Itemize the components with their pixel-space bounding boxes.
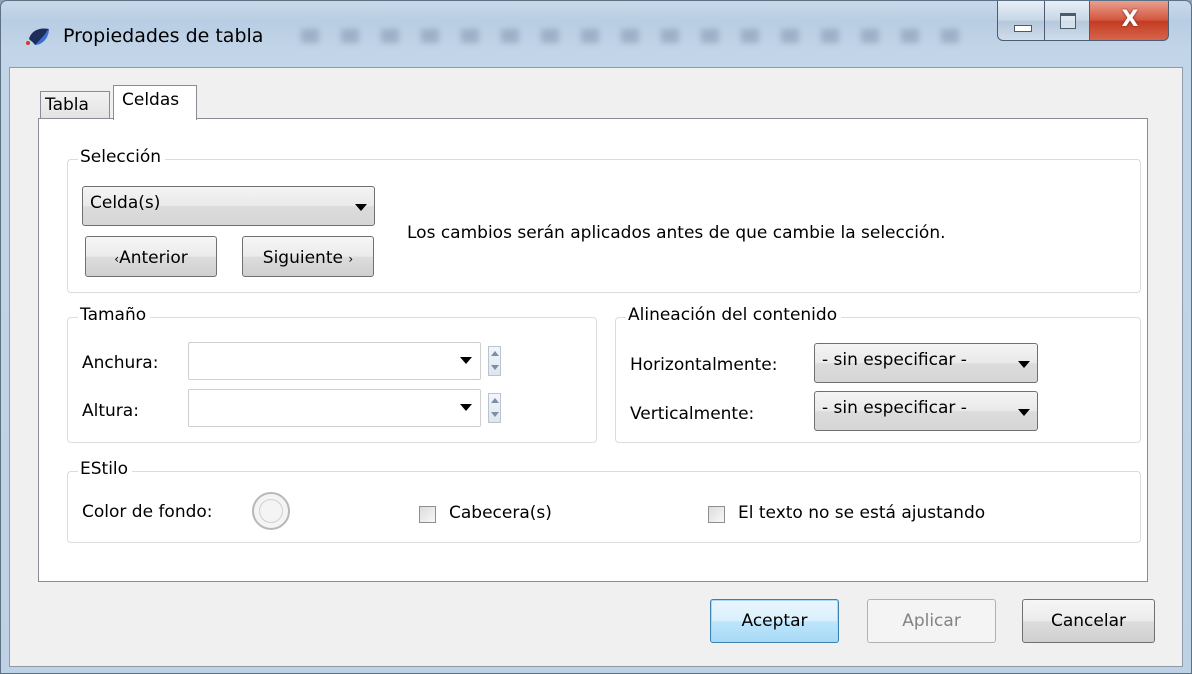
next-button[interactable]: Siguiente › [242,236,374,277]
close-button[interactable]: X [1089,1,1169,41]
anchura-input[interactable] [188,342,481,380]
group-estilo: EStilo Color de fondo: Cabecera(s) El te… [67,459,1141,543]
previous-button[interactable]: ‹Anterior [85,236,217,277]
altura-spinner[interactable] [488,393,501,423]
altura-label: Altura: [82,401,139,421]
accept-button[interactable]: Aceptar [710,599,839,643]
chevron-down-icon [460,404,472,411]
close-icon: X [1121,7,1139,32]
group-alineacion: Alineación del contenido Horizontalmente… [615,305,1141,443]
vertical-align-dropdown[interactable]: - sin especificar - [814,391,1038,431]
background-blur [301,29,981,43]
tab-tabla-label: Tabla [45,95,89,115]
vertical-align-value: - sin especificar - [822,398,967,418]
title-bar[interactable]: Propiedades de tabla X [1,1,1191,67]
background-color-label: Color de fondo: [82,502,213,522]
no-wrap-checkbox[interactable] [708,506,725,523]
accept-button-label: Aceptar [741,611,808,631]
group-tamano: Tamaño Anchura: Altura: [67,305,597,443]
selection-dropdown-value: Celda(s) [90,193,161,213]
spin-down-icon [491,412,499,417]
previous-button-label: Anterior [119,248,188,268]
header-checkbox-label[interactable]: Cabecera(s) [449,503,552,523]
group-alineacion-legend: Alineación del contenido [626,305,842,325]
spin-down-icon [491,365,499,370]
maximize-button[interactable] [1044,1,1090,41]
chevron-down-icon [355,204,367,211]
tab-celdas[interactable]: Celdas [113,85,197,120]
tab-panel-celdas: Selección Celda(s) ‹Anterior Siguiente ›… [38,118,1148,582]
anchura-label: Anchura: [82,353,159,373]
horizontal-label: Horizontalmente: [630,355,778,375]
maximize-icon [1060,13,1076,29]
group-tamano-legend: Tamaño [78,305,151,325]
chevron-down-icon [1018,361,1030,368]
spin-up-icon [491,351,499,356]
altura-input[interactable] [188,389,481,427]
group-estilo-legend: EStilo [78,459,133,479]
horizontal-align-dropdown[interactable]: - sin especificar - [814,343,1038,383]
horizontal-align-value: - sin especificar - [822,350,967,370]
minimize-button[interactable] [997,1,1045,41]
arrow-right-icon: › [348,252,354,266]
cancel-button-label: Cancelar [1051,611,1126,631]
anchura-spinner[interactable] [488,346,501,376]
cancel-button[interactable]: Cancelar [1022,599,1155,643]
spin-up-icon [491,398,499,403]
chevron-down-icon [460,357,472,364]
no-wrap-checkbox-label[interactable]: El texto no se está ajustando [738,503,985,523]
chevron-down-icon [1018,409,1030,416]
tab-tabla[interactable]: Tabla [40,91,110,119]
minimize-icon [1014,25,1032,32]
vertical-label: Verticalmente: [630,404,755,424]
group-seleccion-legend: Selección [78,147,166,167]
group-seleccion: Selección Celda(s) ‹Anterior Siguiente ›… [67,147,1141,293]
tab-celdas-label: Celdas [122,90,180,110]
background-color-picker[interactable] [252,492,290,530]
app-logo-icon [26,28,49,45]
selection-info-text: Los cambios serán aplicados antes de que… [407,223,946,243]
apply-button-label: Aplicar [902,611,961,631]
apply-button[interactable]: Aplicar [867,599,996,643]
dialog-window: Propiedades de tabla X Tabla Celdas Sele… [0,0,1192,674]
next-button-label: Siguiente [262,248,343,268]
header-checkbox[interactable] [419,506,436,523]
window-title: Propiedades de tabla [63,25,264,47]
selection-dropdown[interactable]: Celda(s) [82,186,375,226]
dialog-client-area: Tabla Celdas Selección Celda(s) ‹Anterio… [9,67,1183,667]
